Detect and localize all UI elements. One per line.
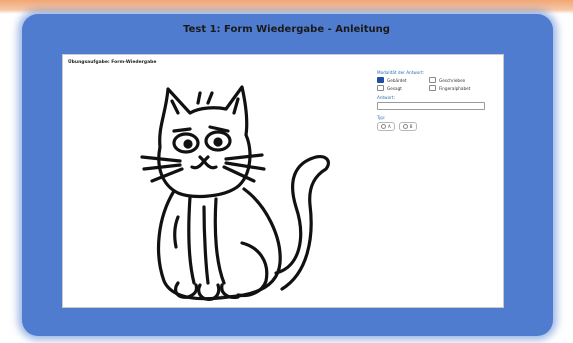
page-title: Test 1: Form Wiedergabe - Anleitung [183,24,390,35]
answer-form: Modalität der Antwort: Gebärdet Geschrie… [377,70,487,131]
answer-input[interactable] [377,102,485,110]
option-label: Gesagt [387,85,402,91]
radio-icon [402,124,408,129]
modality-label: Modalität der Antwort: [377,70,425,75]
option-label: Fingeralphabet [439,85,471,91]
bottom-mark: Ψ [221,295,225,300]
checkbox-gebaerdet[interactable] [377,77,384,83]
option-fingeralphabet[interactable]: Fingeralphabet [429,85,487,91]
option-gebaerdet[interactable]: Gebärdet [377,77,429,83]
type-option-a[interactable]: A [377,122,395,131]
type-options: A B [377,122,487,131]
checkbox-gesagt[interactable] [377,85,384,91]
modality-options: Gebärdet Geschrieben Gesagt Fingeralphab… [377,77,487,91]
checkbox-geschrieben[interactable] [429,77,436,83]
type-option-b[interactable]: B [398,122,417,131]
option-gesagt[interactable]: Gesagt [377,85,429,91]
checkbox-fingeralphabet[interactable] [429,85,436,91]
type-label: Typ: [377,115,386,120]
type-option-label: A [388,124,391,129]
option-label: Geschrieben [439,77,466,83]
option-geschrieben[interactable]: Geschrieben [429,77,487,83]
task-label: Übungsaufgabe: Form-Wiedergabe [68,60,157,65]
answer-label: Antwort: [377,95,395,100]
option-label: Gebärdet [387,77,407,83]
cat-drawing-image [140,85,330,301]
type-option-label: B [409,124,413,129]
content-panel: Übungsaufgabe: Form-Wiedergabe Ψ Modalit… [62,54,504,308]
top-accent-strip [0,0,573,14]
radio-icon [381,124,386,129]
